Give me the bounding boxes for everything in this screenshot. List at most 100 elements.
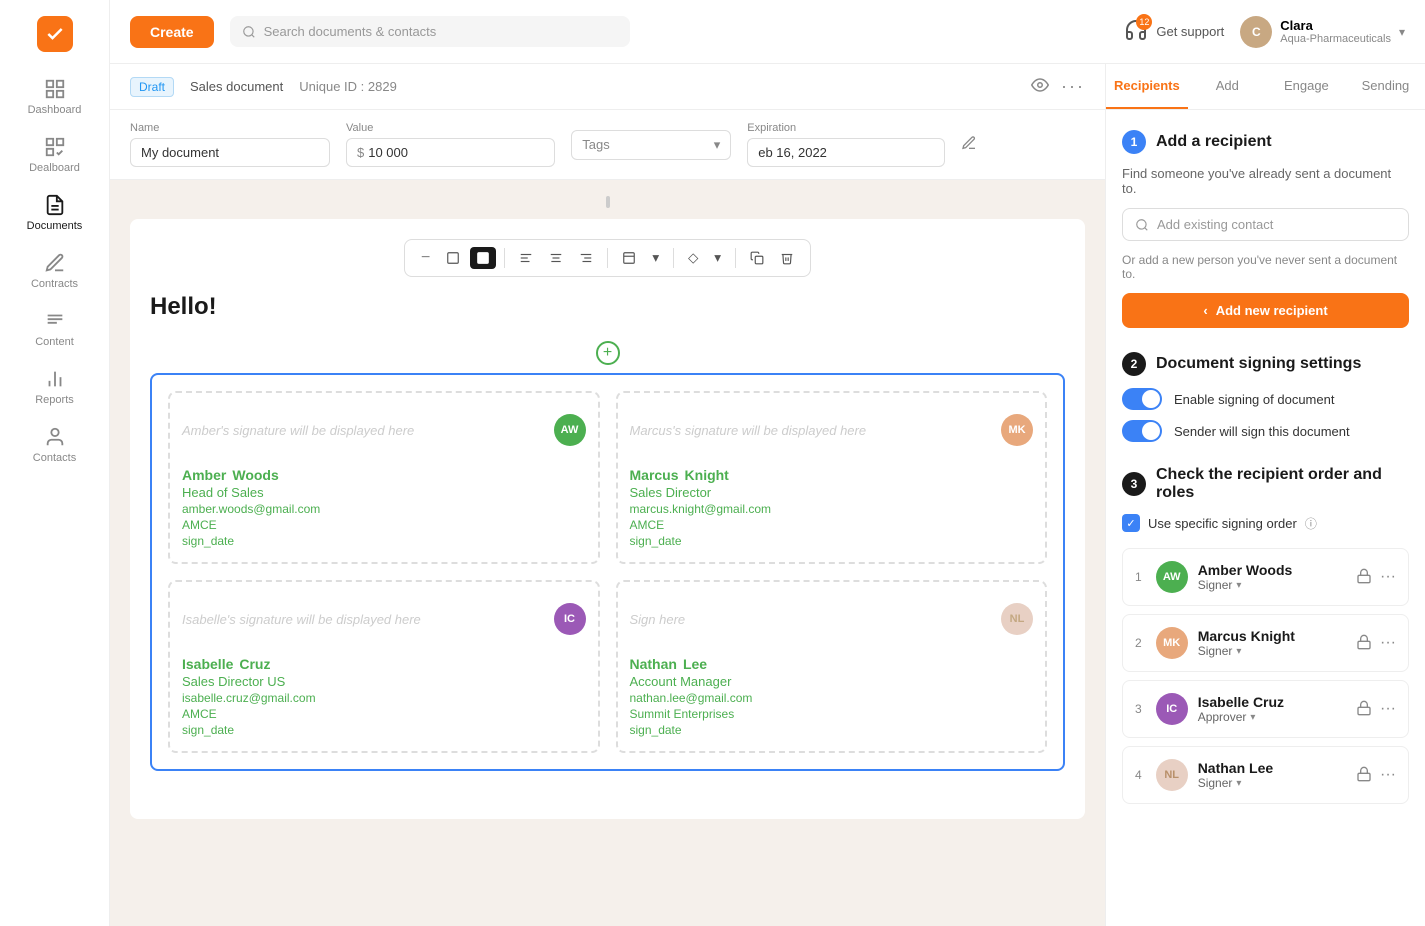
sidebar-item-contacts[interactable]: Contacts — [0, 416, 109, 474]
recipient-3-role-row: Approver ▾ — [1198, 710, 1346, 724]
recipient-2-role-row: Signer ▾ — [1198, 644, 1346, 658]
chevron-tool[interactable]: ▾ — [646, 246, 665, 270]
marcus-company: AMCE — [630, 518, 1034, 532]
nathan-name-row: Nathan Lee — [630, 656, 1034, 672]
recipient-2-more-icon[interactable]: ··· — [1380, 634, 1396, 652]
recipient-1-info: Amber Woods Signer ▾ — [1198, 562, 1346, 592]
delete-tool[interactable] — [774, 247, 800, 269]
align-right-tool[interactable] — [573, 247, 599, 269]
recipient-4-role: Signer — [1198, 776, 1233, 790]
sidebar-item-documents[interactable]: Documents — [0, 184, 109, 242]
nathan-first-name: Nathan — [630, 656, 677, 672]
recipient-2-role-chevron[interactable]: ▾ — [1236, 646, 1241, 657]
section-2-number: 2 — [1122, 352, 1146, 376]
recipient-3-actions: ··· — [1356, 700, 1396, 719]
value-field: Value $ — [346, 122, 555, 167]
recipient-3-avatar: IC — [1156, 693, 1188, 725]
tab-recipients[interactable]: Recipients — [1106, 64, 1188, 109]
add-recipient-desc: Find someone you've already sent a docum… — [1122, 166, 1409, 196]
add-recipient-section: 1 Add a recipient Find someone you've al… — [1122, 130, 1409, 328]
nathan-role: Account Manager — [630, 674, 1034, 689]
amber-role: Head of Sales — [182, 485, 586, 500]
search-contact-icon — [1135, 218, 1149, 232]
sidebar-item-dashboard[interactable]: Dashboard — [0, 68, 109, 126]
document-form: Name Value $ Tags ▾ Ex — [110, 110, 1105, 180]
recipient-order-header: 3 Check the recipient order and roles — [1122, 466, 1409, 502]
support-button[interactable]: 12 Get support — [1124, 18, 1224, 45]
diamond-tool[interactable]: ◇ — [682, 246, 704, 270]
tags-field[interactable]: Tags ▾ — [571, 130, 731, 160]
tab-engage[interactable]: Engage — [1267, 64, 1346, 109]
block-tool[interactable] — [470, 247, 496, 269]
recipient-1-more-icon[interactable]: ··· — [1380, 568, 1396, 586]
copy-tool[interactable] — [744, 247, 770, 269]
sender-sign-toggle[interactable] — [1122, 420, 1162, 442]
signature-card-isabelle: Isabelle's signature will be displayed h… — [168, 580, 600, 753]
sidebar-item-dealboard[interactable]: Dealboard — [0, 126, 109, 184]
sig-placeholder-isabelle: Isabelle's signature will be displayed h… — [182, 594, 586, 644]
sidebar-item-reports[interactable]: Reports — [0, 358, 109, 416]
minus-icon[interactable]: − — [415, 249, 436, 267]
document-header-actions: ··· — [1031, 76, 1085, 97]
topbar: Create Search documents & contacts 12 Ge… — [110, 0, 1425, 64]
align-left-tool[interactable] — [513, 247, 539, 269]
value-input[interactable] — [368, 145, 544, 160]
recipient-1-role-chevron[interactable]: ▾ — [1236, 580, 1241, 591]
sender-sign-label: Sender will sign this document — [1174, 424, 1350, 439]
add-new-recipient-button[interactable]: ‹ Add new recipient — [1122, 293, 1409, 328]
or-text: Or add a new person you've never sent a … — [1122, 253, 1409, 281]
tab-sending[interactable]: Sending — [1346, 64, 1425, 109]
edit-icon[interactable] — [961, 135, 977, 154]
currency-prefix: $ — [357, 145, 364, 160]
sidebar-item-content[interactable]: Content — [0, 300, 109, 358]
expiry-input[interactable] — [747, 138, 945, 167]
wrap-tool[interactable] — [616, 247, 642, 269]
recipient-4-actions: ··· — [1356, 766, 1396, 785]
value-label: Value — [346, 122, 555, 134]
recipient-4-role-chevron[interactable]: ▾ — [1236, 778, 1241, 789]
expiry-label: Expiration — [747, 122, 945, 134]
user-chevron-icon: ▾ — [1399, 25, 1405, 39]
signature-card-nathan: Sign here NL Nathan Lee Account Manager … — [616, 580, 1048, 753]
enable-signing-toggle[interactable] — [1122, 388, 1162, 410]
user-name: Clara — [1280, 18, 1391, 33]
add-existing-contact-input[interactable]: Add existing contact — [1122, 208, 1409, 241]
document-title: Hello! — [150, 293, 1065, 321]
add-recipient-header: 1 Add a recipient — [1122, 130, 1409, 154]
search-bar[interactable]: Search documents & contacts — [230, 16, 630, 47]
select-tool[interactable] — [440, 247, 466, 269]
search-icon — [242, 25, 256, 39]
isabelle-avatar: IC — [554, 603, 586, 635]
recipient-3-name: Isabelle Cruz — [1198, 694, 1346, 710]
recipient-3-role-chevron[interactable]: ▾ — [1250, 712, 1255, 723]
add-section-button[interactable]: + — [596, 341, 620, 365]
recipient-card-2: 2 MK Marcus Knight Signer ▾ — [1122, 614, 1409, 672]
tab-add[interactable]: Add — [1188, 64, 1267, 109]
marcus-first-name: Marcus — [630, 467, 679, 483]
recipient-3-more-icon[interactable]: ··· — [1380, 700, 1396, 718]
recipient-3-info: Isabelle Cruz Approver ▾ — [1198, 694, 1346, 724]
document-unique-id: Unique ID : 2829 — [299, 79, 397, 94]
recipient-4-more-icon[interactable]: ··· — [1380, 766, 1396, 784]
marcus-date: sign_date — [630, 534, 1034, 548]
eye-icon[interactable] — [1031, 76, 1049, 97]
nathan-last-name: Lee — [683, 656, 707, 672]
sidebar-item-contracts[interactable]: Contracts — [0, 242, 109, 300]
user-area[interactable]: C Clara Aqua-Pharmaceuticals ▾ — [1240, 16, 1405, 48]
toolbar-divider-2 — [607, 248, 608, 268]
recipient-4-info: Nathan Lee Signer ▾ — [1198, 760, 1346, 790]
marcus-sig-placeholder-text: Marcus's signature will be displayed her… — [630, 423, 867, 438]
align-center-tool[interactable] — [543, 247, 569, 269]
recipient-2-avatar: MK — [1156, 627, 1188, 659]
name-input[interactable] — [130, 138, 330, 167]
signing-order-checkbox[interactable]: ✓ — [1122, 514, 1140, 532]
sig-placeholder-amber: Amber's signature will be displayed here… — [182, 405, 586, 455]
signing-settings-header: 2 Document signing settings — [1122, 352, 1409, 376]
name-label: Name — [130, 122, 330, 134]
recipient-3-lock-icon — [1356, 700, 1372, 719]
diamond-chevron-tool[interactable]: ▾ — [708, 246, 727, 270]
sig-placeholder-nathan: Sign here NL — [630, 594, 1034, 644]
create-button[interactable]: Create — [130, 16, 214, 48]
more-options-icon[interactable]: ··· — [1061, 76, 1085, 97]
sig-placeholder-marcus: Marcus's signature will be displayed her… — [630, 405, 1034, 455]
